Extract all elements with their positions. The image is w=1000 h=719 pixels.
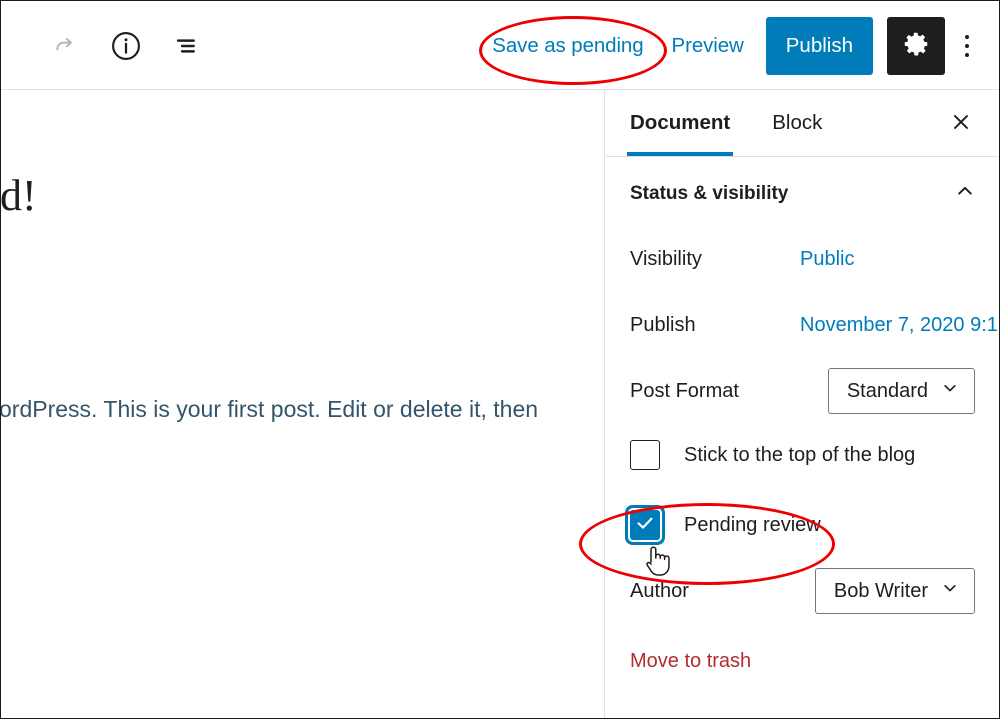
redo-icon-button[interactable] xyxy=(37,19,91,73)
status-visibility-panel-body: Visibility Public Publish November 7, 20… xyxy=(606,226,999,673)
close-sidebar-button[interactable] xyxy=(939,101,983,145)
ellipsis-vertical-icon xyxy=(965,32,969,59)
preview-button[interactable]: Preview xyxy=(658,24,758,68)
status-visibility-panel-header[interactable]: Status & visibility xyxy=(606,157,999,226)
pending-review-checkbox-row[interactable]: Pending review xyxy=(630,494,975,556)
post-format-row: Post Format Standard xyxy=(630,358,975,424)
visibility-value-button[interactable]: Public xyxy=(800,248,854,271)
checkmark-icon xyxy=(634,512,656,539)
settings-sidebar: Document Block Status & visibility Visib xyxy=(606,90,999,718)
sticky-post-checkbox-row[interactable]: Stick to the top of the blog xyxy=(630,424,975,486)
author-value: Bob Writer xyxy=(833,579,928,602)
author-select-wrapper: Bob Writer xyxy=(814,568,975,614)
list-view-icon-button[interactable] xyxy=(161,19,215,73)
editor-toolbar: Save as pending Preview Publish xyxy=(1,1,999,90)
undo-icon xyxy=(1,31,11,61)
editor-canvas[interactable]: d! ordPress. This is your first post. Ed… xyxy=(1,90,605,718)
post-format-select[interactable]: Standard xyxy=(827,368,975,414)
tab-block[interactable]: Block xyxy=(772,90,822,156)
publish-date-row: Publish November 7, 2020 9:15 am xyxy=(630,292,999,358)
visibility-label: Visibility xyxy=(630,247,702,270)
panel-title: Status & visibility xyxy=(630,182,789,204)
toolbar-left-group xyxy=(1,1,215,90)
list-view-icon xyxy=(171,29,205,63)
undo-icon-button[interactable] xyxy=(1,19,23,73)
sticky-post-label: Stick to the top of the blog xyxy=(684,443,916,466)
visibility-row: Visibility Public xyxy=(630,226,975,292)
author-select[interactable]: Bob Writer xyxy=(814,568,975,614)
publish-button[interactable]: Publish xyxy=(765,16,873,75)
post-paragraph-block[interactable]: ordPress. This is your first post. Edit … xyxy=(1,392,538,427)
publish-date-label: Publish xyxy=(630,313,696,336)
pending-review-label: Pending review xyxy=(684,513,821,536)
close-icon xyxy=(950,111,972,136)
author-label: Author xyxy=(630,579,689,602)
wordpress-block-editor-screen: Save as pending Preview Publish d! ordPr… xyxy=(0,0,1000,719)
info-icon-button[interactable] xyxy=(99,19,153,73)
post-title[interactable]: d! xyxy=(1,171,37,220)
post-format-select-wrapper: Standard xyxy=(827,368,975,414)
gear-icon xyxy=(901,29,931,62)
chevron-down-icon xyxy=(940,378,960,404)
post-format-label: Post Format xyxy=(630,379,739,402)
more-options-button[interactable] xyxy=(945,17,989,75)
chevron-down-icon xyxy=(940,578,960,604)
info-icon xyxy=(109,29,143,63)
sidebar-tabs: Document Block xyxy=(606,90,999,157)
pending-review-checkbox[interactable] xyxy=(630,510,660,540)
toolbar-right-group: Save as pending Preview Publish xyxy=(478,1,989,90)
redo-icon xyxy=(48,30,80,62)
sticky-post-checkbox[interactable] xyxy=(630,440,660,470)
author-row: Author Bob Writer xyxy=(630,556,975,626)
move-to-trash-button[interactable]: Move to trash xyxy=(630,650,751,673)
publish-date-value-button[interactable]: November 7, 2020 9:15 am xyxy=(800,314,999,337)
tab-document[interactable]: Document xyxy=(626,90,734,156)
chevron-up-icon xyxy=(953,179,977,208)
settings-gear-button[interactable] xyxy=(887,16,945,75)
post-format-value: Standard xyxy=(846,379,928,402)
save-as-pending-button[interactable]: Save as pending xyxy=(478,24,657,68)
